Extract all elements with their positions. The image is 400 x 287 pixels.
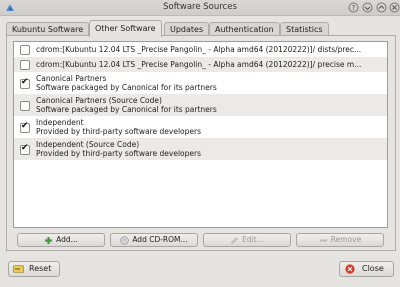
remove-button-label: Remove [330,235,362,244]
tab-authentication[interactable]: Authentication [209,22,280,36]
source-checkbox[interactable] [20,101,30,111]
cdrom-icon [120,235,129,245]
sources-list[interactable]: cdrom:[Kubuntu 12.04 LTS _Precise Pangol… [13,41,388,228]
source-description: Provided by third-party software develop… [36,149,201,158]
source-checkbox[interactable] [20,60,30,70]
source-title: Independent (Source Code) [36,140,140,149]
close-button-label: Close [362,264,384,273]
reset-button-label: Reset [29,264,52,273]
source-description: Software packaged by Canonical for its p… [36,83,217,92]
svg-text:?: ? [352,4,356,12]
source-checkbox[interactable]: ✔ [20,143,30,155]
title-bar: Software Sources ? [0,0,400,16]
close-button[interactable]: Close [339,261,394,277]
edit-button[interactable]: Edit... [203,233,291,247]
add-button[interactable]: Add... [17,233,105,247]
window-close-icon[interactable] [389,2,400,13]
list-item[interactable]: Canonical Partners (Source Code) Softwar… [14,94,387,116]
add-button-label: Add... [56,235,78,244]
close-icon [345,264,355,274]
list-item[interactable]: ✔ Canonical Partners Software packaged b… [14,72,387,94]
minimize-icon[interactable] [362,2,373,13]
tab-updates[interactable]: Updates [164,22,210,36]
reset-icon [13,265,24,273]
list-item[interactable]: ✔ Independent (Source Code) Provided by … [14,138,387,160]
checkmark-icon: ✔ [21,77,29,87]
source-title: Canonical Partners [36,74,107,83]
checkmark-icon: ✔ [21,143,29,153]
source-checkbox[interactable]: ✔ [20,121,30,133]
window-title: Software Sources [163,2,237,12]
tab-statistics[interactable]: Statistics [280,22,329,36]
add-cdrom-button[interactable]: Add CD-ROM... [110,233,198,247]
tab-bar: Kubuntu Software Other Software Updates … [6,20,396,37]
source-checkbox[interactable] [20,45,30,55]
list-item[interactable]: cdrom:[Kubuntu 12.04 LTS _Precise Pangol… [14,42,387,57]
tab-other-software[interactable]: Other Software [89,20,162,37]
plus-icon [45,236,53,244]
tab-kubuntu-software[interactable]: Kubuntu Software [6,22,90,36]
source-description: Provided by third-party software develop… [36,127,201,136]
remove-button[interactable]: Remove [296,233,384,247]
edit-icon [231,236,239,244]
maximize-icon[interactable] [376,2,387,13]
source-checkbox[interactable]: ✔ [20,77,30,89]
software-sources-window: Software Sources ? Kubuntu Software Othe… [0,0,400,287]
source-description: Software packaged by Canonical for its p… [36,105,217,114]
reset-button[interactable]: Reset [8,261,60,277]
checkmark-icon: ✔ [21,121,29,131]
help-icon[interactable]: ? [348,2,359,13]
list-item[interactable]: ✔ Independent Provided by third-party so… [14,116,387,138]
source-title: cdrom:[Kubuntu 12.04 LTS _Precise Pangol… [36,60,362,69]
add-cdrom-button-label: Add CD-ROM... [132,235,188,244]
minus-icon [319,239,327,241]
list-item[interactable]: cdrom:[Kubuntu 12.04 LTS _Precise Pangol… [14,57,387,72]
source-title: Canonical Partners (Source Code) [36,96,162,105]
source-title: Independent [36,118,84,127]
edit-button-label: Edit... [242,235,264,244]
source-title: cdrom:[Kubuntu 12.04 LTS _Precise Pangol… [36,45,362,54]
